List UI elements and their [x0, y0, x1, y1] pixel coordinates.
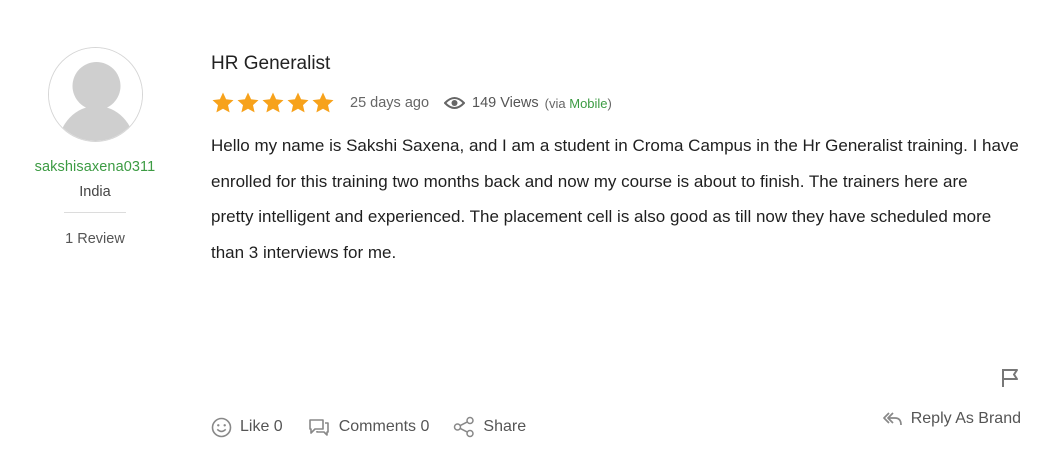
review-actions: Like 0 Comments 0 Share Reply As Brand	[211, 410, 1041, 441]
comments-button[interactable]: Comments 0	[307, 416, 430, 438]
review-paragraph: pretty intelligent and experienced. The …	[211, 207, 992, 226]
via-suffix: )	[607, 95, 612, 111]
star-icon	[287, 92, 309, 113]
review-meta: 25 days ago 149 Views (via Mobile)	[211, 90, 1041, 116]
eye-icon	[444, 97, 466, 109]
review-date: 25 days ago	[350, 95, 430, 111]
star-icon	[212, 92, 234, 113]
review-paragraph: enrolled for this training two months ba…	[211, 171, 968, 191]
star-icon	[237, 92, 259, 113]
review-body: Hello my name is Sakshi Saxena, and I am…	[211, 132, 1041, 266]
review-paragraph: than 3 interviews for me.	[211, 242, 397, 262]
reply-icon	[882, 412, 902, 426]
divider	[64, 212, 126, 213]
reviewer-panel: sakshisaxena0311 India 1 Review	[20, 47, 170, 247]
review-title[interactable]: HR Generalist	[211, 52, 1041, 76]
review-paragraph: Hello my name is Sakshi Saxena, and I am…	[211, 136, 1019, 155]
star-icon	[312, 92, 334, 113]
smiley-icon	[211, 417, 232, 437]
avatar[interactable]	[47, 47, 143, 142]
reviewer-country: India	[79, 184, 111, 200]
views-count: 149 Views	[472, 95, 539, 111]
rating-stars	[211, 91, 335, 115]
via-mobile: Mobile	[569, 95, 608, 111]
reviewer-username[interactable]: sakshisaxena0311	[20, 159, 170, 175]
share-label: Share	[483, 418, 527, 435]
share-button[interactable]: Share	[453, 416, 526, 438]
like-label: Like 0	[240, 418, 283, 435]
avatar-placeholder-icon	[48, 48, 142, 141]
reply-as-brand-label: Reply As Brand	[910, 410, 1021, 427]
via-prefix: (via	[544, 95, 566, 111]
comments-label: Comments 0	[338, 418, 430, 435]
reply-as-brand-button[interactable]: Reply As Brand	[882, 410, 1021, 428]
review-views: 149 Views (via Mobile)	[444, 95, 612, 111]
flag-icon[interactable]	[1000, 367, 1022, 389]
star-icon	[262, 92, 284, 113]
reviewer-review-count[interactable]: 1 Review	[20, 231, 170, 247]
review-content: HR Generalist 25 days ago 149 Views (via…	[211, 52, 1041, 387]
like-button[interactable]: Like 0	[211, 417, 283, 438]
via-source: (via Mobile)	[545, 96, 612, 111]
share-icon	[454, 416, 475, 438]
comment-icon	[308, 419, 329, 436]
